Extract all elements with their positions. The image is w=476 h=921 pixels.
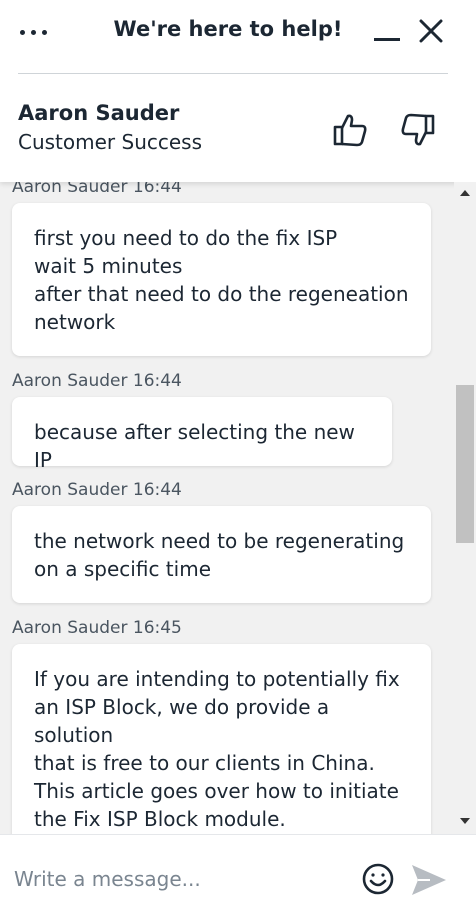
agent-role: Customer Success (18, 130, 203, 154)
message-list[interactable]: Aaron Sauder 16:44 first you need to do … (0, 182, 476, 834)
agent-name: Aaron Sauder (18, 101, 180, 125)
send-icon[interactable] (410, 863, 448, 897)
scroll-down-arrow-icon[interactable] (460, 818, 470, 824)
close-icon[interactable] (419, 18, 443, 44)
thumbs-down-icon[interactable] (400, 111, 436, 149)
minimize-icon[interactable] (374, 24, 400, 44)
message-meta: Aaron Sauder 16:44 (12, 480, 182, 500)
message-bubble: If you are intending to potentially fix … (12, 644, 431, 834)
chat-header: We're here to help! Aaron Sauder Custome… (0, 0, 476, 182)
scroll-up-arrow-icon[interactable] (460, 190, 470, 196)
message-bubble: the network need to be regenerating on a… (12, 506, 431, 603)
message-bubble: because after selecting the new IP (12, 397, 392, 472)
message-meta: Aaron Sauder 16:44 (12, 371, 182, 391)
message-meta: Aaron Sauder 16:45 (12, 618, 182, 638)
header-divider (18, 73, 448, 74)
emoji-icon[interactable] (361, 862, 395, 896)
message-input[interactable] (14, 863, 344, 895)
chat-scrollbar[interactable] (454, 182, 476, 834)
message-meta: Aaron Sauder 16:44 (12, 182, 182, 197)
message-bubble: first you need to do the fix ISP wait 5 … (12, 203, 431, 356)
scroll-thumb[interactable] (456, 385, 474, 543)
thumbs-up-icon[interactable] (332, 111, 368, 149)
message-composer (0, 834, 476, 921)
